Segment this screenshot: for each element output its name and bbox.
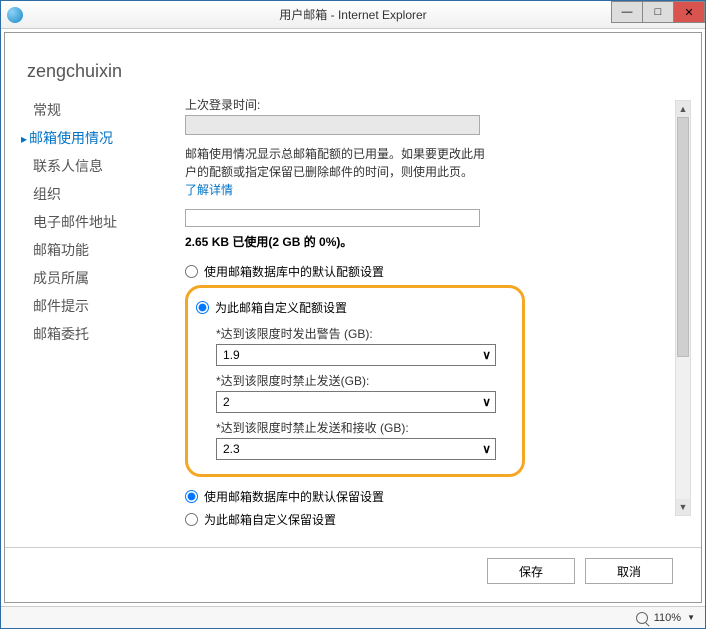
nav-mailbox-features[interactable]: 邮箱功能 [21, 236, 185, 264]
warning-label: *达到该限度时发出警告 (GB): [216, 325, 504, 342]
retention-custom-label[interactable]: 为此邮箱自定义保留设置 [204, 511, 336, 526]
retention-default-label[interactable]: 使用邮箱数据库中的默认保留设置 [204, 488, 384, 505]
warning-value: 1.9 [223, 348, 240, 362]
chevron-down-icon: ∨ [482, 348, 491, 362]
prohibit-sendrecv-value: 2.3 [223, 442, 240, 456]
chevron-down-icon: ∨ [482, 442, 491, 456]
retention-custom-radio-row[interactable]: 为此邮箱自定义保留设置 [185, 508, 665, 526]
usage-description: 邮箱使用情况显示总邮箱配额的已用量。如果要更改此用户的配额或指定保留已删除邮件的… [185, 145, 485, 199]
zoom-dropdown-icon[interactable]: ▼ [687, 613, 695, 622]
statusbar: 110% ▼ [1, 606, 705, 628]
retention-custom-radio[interactable] [185, 513, 198, 526]
nav-delegation[interactable]: 邮箱委托 [21, 320, 185, 348]
prohibit-sendrecv-label: *达到该限度时禁止发送和接收 (GB): [216, 419, 504, 436]
quota-default-radio-row[interactable]: 使用邮箱数据库中的默认配额设置 [185, 260, 665, 283]
nav-mailbox-usage[interactable]: 邮箱使用情况 [21, 124, 185, 152]
usage-bar [185, 209, 480, 227]
learn-more-link[interactable]: 了解详情 [185, 183, 233, 197]
nav-contact-info[interactable]: 联系人信息 [21, 152, 185, 180]
zoom-icon[interactable] [636, 612, 648, 624]
prohibit-send-label: *达到该限度时禁止发送(GB): [216, 372, 504, 389]
warning-select[interactable]: 1.9 ∨ [216, 344, 496, 366]
quota-custom-radio[interactable] [196, 301, 209, 314]
quota-default-radio[interactable] [185, 265, 198, 278]
retention-default-radio[interactable] [185, 490, 198, 503]
last-login-label: 上次登录时间: [185, 96, 665, 113]
prohibit-send-value: 2 [223, 395, 230, 409]
maximize-button[interactable]: □ [642, 1, 674, 23]
titlebar[interactable]: 用户邮箱 - Internet Explorer — □ ✕ [1, 1, 705, 29]
chevron-down-icon: ∨ [482, 395, 491, 409]
vertical-scrollbar[interactable]: ▲ ▼ [675, 100, 691, 516]
ie-icon [7, 7, 23, 23]
window-title: 用户邮箱 - Internet Explorer [279, 6, 426, 23]
close-button[interactable]: ✕ [673, 1, 705, 23]
detail-panel: 上次登录时间: 邮箱使用情况显示总邮箱配额的已用量。如果要更改此用户的配额或指定… [185, 96, 701, 547]
scroll-down-arrow[interactable]: ▼ [676, 499, 690, 515]
nav-general[interactable]: 常规 [21, 96, 185, 124]
retention-default-radio-row[interactable]: 使用邮箱数据库中的默认保留设置 [185, 485, 665, 508]
nav-member-of[interactable]: 成员所属 [21, 264, 185, 292]
zoom-level[interactable]: 110% [654, 612, 681, 624]
quota-default-label[interactable]: 使用邮箱数据库中的默认配额设置 [204, 263, 384, 280]
prohibit-send-select[interactable]: 2 ∨ [216, 391, 496, 413]
nav-mailtip[interactable]: 邮件提示 [21, 292, 185, 320]
scroll-thumb[interactable] [677, 117, 689, 357]
quota-custom-label[interactable]: 为此邮箱自定义配额设置 [215, 299, 347, 316]
quota-custom-radio-row[interactable]: 为此邮箱自定义配额设置 [196, 296, 504, 319]
minimize-button[interactable]: — [611, 1, 643, 23]
content-frame: zengchuixin 常规 邮箱使用情况 联系人信息 组织 电子邮件地址 邮箱… [4, 32, 702, 603]
window-controls: — □ ✕ [612, 1, 705, 28]
nav-organization[interactable]: 组织 [21, 180, 185, 208]
cancel-button[interactable]: 取消 [585, 558, 673, 584]
scroll-up-arrow[interactable]: ▲ [676, 101, 690, 117]
page-title: zengchuixin [5, 33, 701, 96]
save-button[interactable]: 保存 [487, 558, 575, 584]
usage-text: 2.65 KB 已使用(2 GB 的 0%)。 [185, 233, 665, 250]
app-window: 用户邮箱 - Internet Explorer — □ ✕ zengchuix… [0, 0, 706, 629]
sidebar-nav: 常规 邮箱使用情况 联系人信息 组织 电子邮件地址 邮箱功能 成员所属 邮件提示… [5, 96, 185, 547]
last-login-value [185, 115, 480, 135]
dialog-footer: 保存 取消 [5, 547, 701, 602]
nav-email-address[interactable]: 电子邮件地址 [21, 208, 185, 236]
custom-quota-highlight: 为此邮箱自定义配额设置 *达到该限度时发出警告 (GB): 1.9 ∨ [185, 285, 525, 477]
prohibit-sendrecv-select[interactable]: 2.3 ∨ [216, 438, 496, 460]
